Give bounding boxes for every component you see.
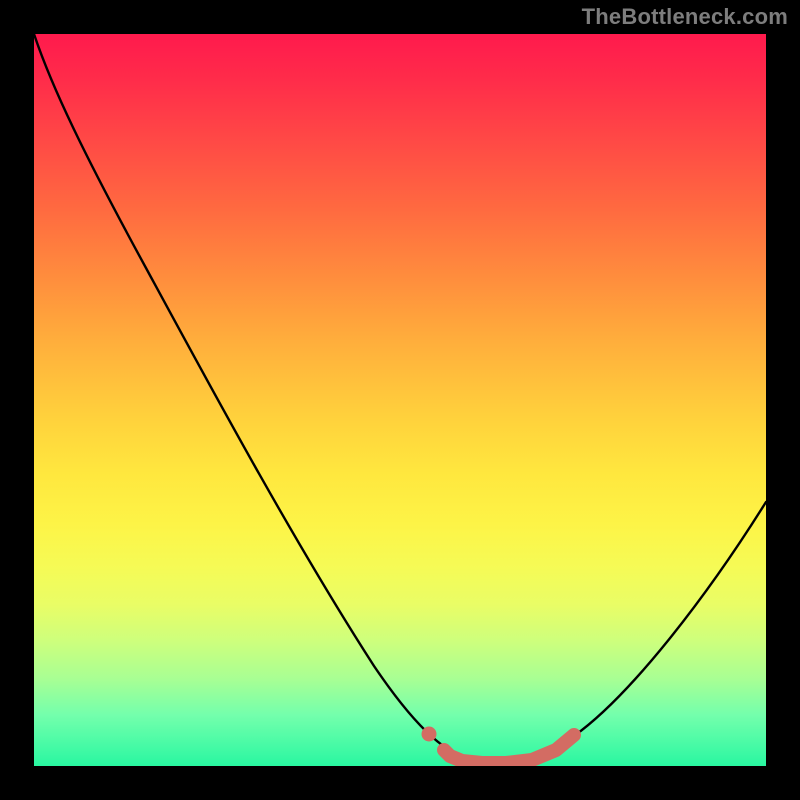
chart-container: TheBottleneck.com [0,0,800,800]
bottleneck-curve [34,34,766,761]
bottleneck-curve-svg [34,34,766,766]
optimal-range-marker [444,735,574,763]
optimal-point-marker [422,727,437,742]
watermark-text: TheBottleneck.com [582,4,788,30]
plot-area [34,34,766,766]
